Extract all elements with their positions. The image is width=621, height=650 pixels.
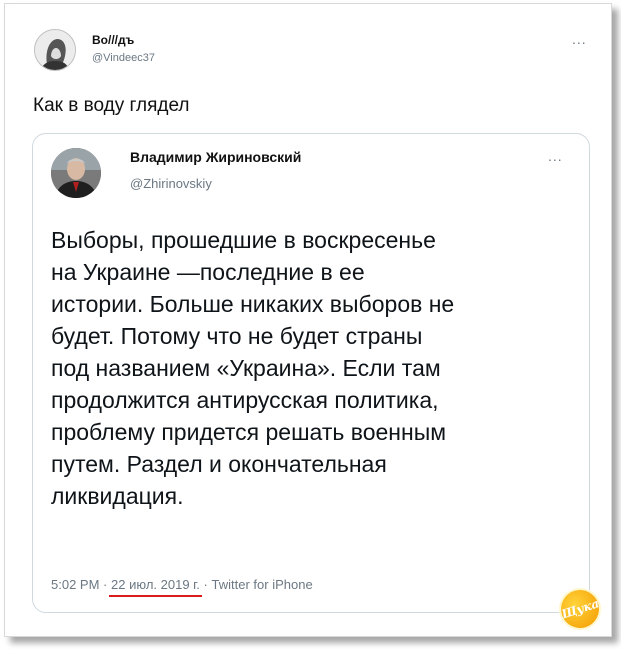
quoted-avatar[interactable]: [51, 148, 101, 198]
tweet-source[interactable]: Twitter for iPhone: [212, 577, 313, 592]
meta-separator: ·: [203, 577, 208, 592]
text-line: ликвидация.: [51, 483, 184, 509]
text-line: Выборы, прошедшие в воскресенье: [51, 227, 436, 253]
portrait-photo-icon: [51, 148, 101, 198]
quoted-tweet-text: Выборы, прошедшие в воскресенье на Украи…: [51, 224, 581, 512]
text-line: истории. Больше никаких выборов не: [51, 291, 455, 317]
text-line: проблему придется решать военным: [51, 419, 447, 445]
tweet-time[interactable]: 5:02 PM: [51, 577, 99, 592]
quoted-display-name[interactable]: Владимир Жириновский: [130, 149, 301, 165]
text-line: под названием «Украина». Если там: [51, 355, 441, 381]
tweet-meta: 5:02 PM · 22 июл. 2019 г. · Twitter for …: [51, 577, 313, 592]
more-options-icon[interactable]: ...: [548, 148, 563, 164]
meta-separator: ·: [103, 577, 108, 592]
outer-avatar[interactable]: [34, 29, 76, 71]
more-options-icon[interactable]: ...: [572, 31, 587, 47]
outer-handle[interactable]: @Vindeec37: [92, 52, 155, 64]
text-line: будет. Потому что не будет страны: [51, 323, 423, 349]
outer-tweet-text: Как в воду глядел: [33, 95, 190, 116]
tweet-date[interactable]: 22 июл. 2019 г.: [111, 577, 200, 592]
text-line: на Украине —последние в ее: [51, 259, 365, 285]
quoted-handle[interactable]: @Zhirinovskiy: [130, 176, 212, 191]
watermark-text: Щука: [559, 596, 601, 622]
text-line: продолжится антирусская политика,: [51, 387, 439, 413]
outer-display-name[interactable]: Во///дъ: [92, 33, 134, 47]
text-line: путем. Раздел и окончательная: [51, 451, 387, 477]
portrait-sketch-icon: [35, 30, 75, 70]
